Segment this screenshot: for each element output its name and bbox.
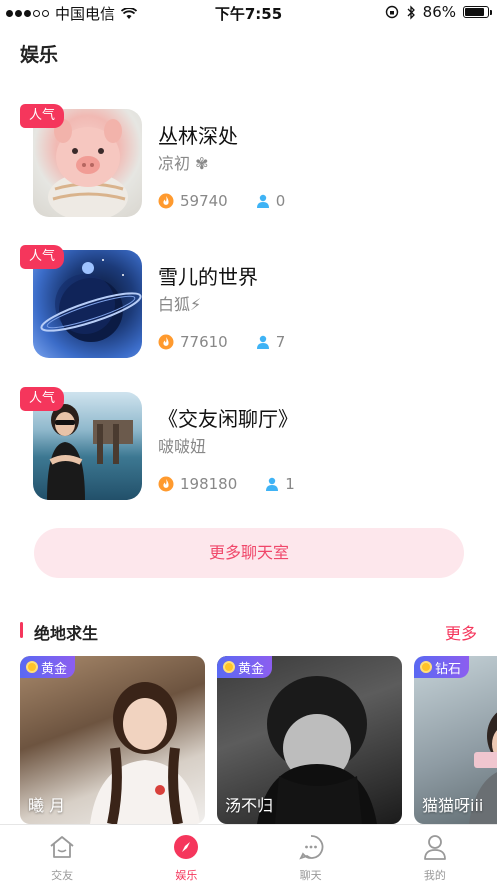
tier-label: 黄金: [238, 661, 265, 677]
section-title: 绝地求生: [34, 624, 99, 643]
player-cards: 黄金 曦 月 黄金 汤不归 钻石 猫猫呀iii: [20, 656, 497, 824]
users-stat: 7: [256, 333, 286, 351]
room-host: 啵啵妞: [158, 437, 207, 456]
medal-icon: [420, 661, 432, 673]
room-name: 《交友闲聊厅》: [158, 407, 298, 431]
section-accent-bar: [20, 622, 23, 638]
section-header: 绝地求生 更多: [20, 620, 477, 644]
player-name: 猫猫呀iii: [422, 796, 484, 815]
bluetooth-icon: [407, 4, 415, 20]
battery-icon: [463, 6, 492, 18]
tab-label: 我的: [423, 869, 446, 882]
battery-percent: 86%: [422, 3, 456, 21]
person-icon: [256, 194, 269, 208]
user-count: 1: [285, 475, 295, 493]
room-host: 白狐⚡: [158, 295, 202, 314]
room-name: 丛林深处: [158, 124, 238, 148]
home-icon: [48, 833, 76, 861]
flame-icon: [158, 334, 174, 350]
status-bar: 中国电信 下午7:55 86%: [0, 0, 497, 26]
tier-badge: 黄金: [20, 656, 76, 678]
person-icon: [266, 477, 279, 491]
popular-badge: 人气: [20, 387, 64, 411]
battery-fill: [465, 8, 484, 16]
user-count: 7: [275, 333, 286, 351]
flame-icon: [158, 193, 174, 209]
users-stat: 0: [256, 192, 286, 210]
compass-icon: [172, 833, 200, 861]
room-stats: 77610 7: [158, 333, 285, 351]
room-item[interactable]: 人气 《交友闲聊厅》 啵啵妞 198180 1: [20, 387, 480, 500]
tier-label: 黄金: [41, 661, 68, 677]
more-chatrooms-button[interactable]: 更多聊天室: [34, 528, 464, 578]
tab-label: 交友: [51, 869, 74, 882]
room-item[interactable]: 人气 丛林深处 凉初 ✾ 59740 0: [20, 104, 480, 217]
heat-value: 77610: [180, 333, 228, 351]
users-stat: 1: [265, 475, 295, 493]
player-card[interactable]: 钻石 猫猫呀iii: [414, 656, 497, 824]
tab-chat[interactable]: 聊天: [249, 825, 373, 883]
player-name: 汤不归: [225, 796, 274, 815]
tier-badge: 黄金: [217, 656, 273, 678]
room-stats: 59740 0: [158, 192, 285, 210]
status-right: 86%: [385, 3, 492, 21]
section-more-link[interactable]: 更多: [445, 620, 477, 644]
tab-label: 娱乐: [175, 869, 198, 882]
tier-label: 钻石: [435, 661, 462, 677]
tab-bar: 交友 娱乐 聊天 我的: [0, 824, 497, 883]
tab-profile[interactable]: 我的: [373, 825, 497, 883]
room-name: 雪儿的世界: [158, 265, 258, 289]
page-title: 娱乐: [20, 44, 59, 66]
popular-badge: 人气: [20, 245, 64, 269]
user-icon: [421, 833, 449, 861]
room-item[interactable]: 人气 雪儿的世界 白狐⚡ 77610 7: [20, 245, 480, 358]
tab-entertainment[interactable]: 娱乐: [124, 825, 248, 883]
player-card[interactable]: 黄金 曦 月: [20, 656, 205, 824]
heat-value: 198180: [180, 475, 238, 493]
user-count: 0: [275, 192, 286, 210]
heat-stat: 77610: [158, 333, 228, 351]
popular-badge: 人气: [20, 104, 64, 128]
tab-friends[interactable]: 交友: [0, 825, 124, 883]
room-stats: 198180 1: [158, 475, 295, 493]
person-icon: [256, 335, 269, 349]
chat-icon: [297, 833, 325, 861]
player-name: 曦 月: [28, 796, 66, 815]
heat-stat: 59740: [158, 192, 228, 210]
flame-icon: [158, 476, 174, 492]
rotation-lock-icon: [385, 5, 398, 19]
tab-label: 聊天: [299, 869, 322, 882]
heat-stat: 198180: [158, 475, 237, 493]
tier-badge: 钻石: [414, 656, 470, 678]
heat-value: 59740: [180, 192, 228, 210]
player-card[interactable]: 黄金 汤不归: [217, 656, 402, 824]
medal-icon: [223, 661, 235, 673]
medal-icon: [26, 661, 38, 673]
room-host: 凉初 ✾: [158, 154, 209, 173]
